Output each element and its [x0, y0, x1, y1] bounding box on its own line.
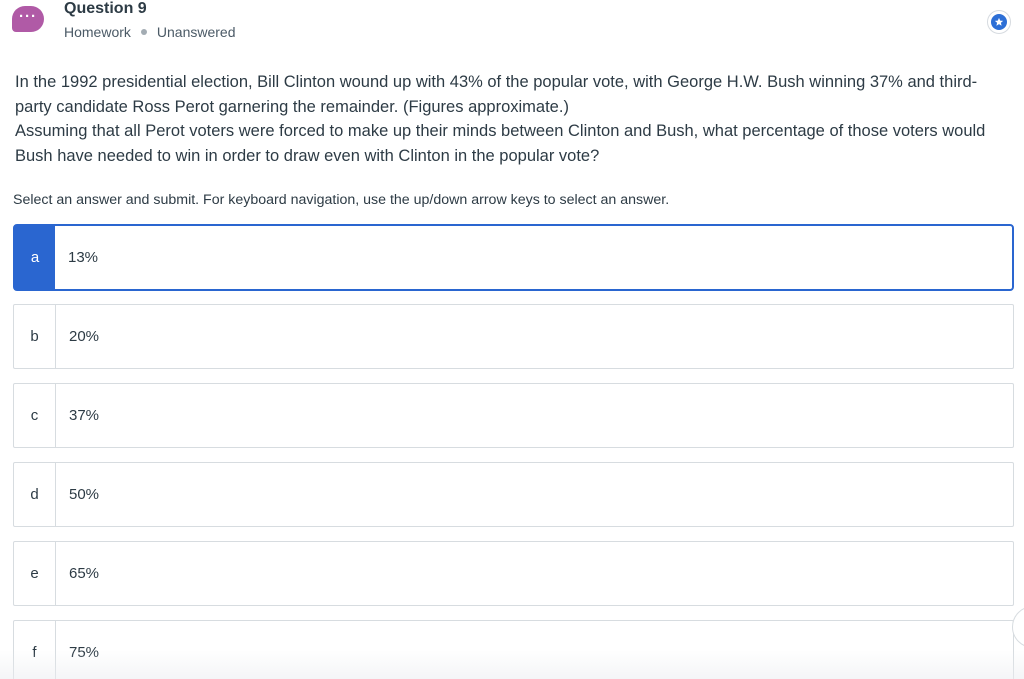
option-text: 13%: [68, 249, 99, 266]
option-text: 50%: [69, 486, 100, 503]
answer-option-b[interactable]: b 20%: [13, 304, 1014, 369]
question-paragraph: In the 1992 presidential election, Bill …: [15, 73, 978, 116]
option-text: 75%: [69, 644, 100, 661]
question-page: ··· Question 9 Homework Unanswered In th…: [0, 0, 1024, 679]
question-status: Unanswered: [156, 24, 236, 40]
option-letter: e: [14, 542, 56, 605]
separator-dot: [140, 29, 147, 35]
star-icon: [991, 14, 1007, 30]
option-text: 37%: [69, 407, 100, 424]
answer-option-f[interactable]: f 75%: [13, 620, 1014, 679]
question-meta: Homework Unanswered: [64, 24, 236, 40]
question-category: Homework: [64, 24, 131, 40]
option-letter: c: [14, 384, 56, 447]
option-text: 20%: [69, 328, 100, 345]
option-letter: f: [14, 621, 56, 679]
answer-option-a[interactable]: a 13%: [13, 224, 1014, 291]
answer-option-c[interactable]: c 37%: [13, 383, 1014, 448]
option-letter: b: [14, 305, 56, 368]
question-title: Question 9: [64, 0, 147, 17]
more-dots-icon[interactable]: ···: [12, 6, 44, 32]
bookmark-button[interactable]: [987, 10, 1011, 34]
option-text: 65%: [69, 565, 100, 582]
question-text: In the 1992 presidential election, Bill …: [15, 70, 1005, 168]
answer-option-d[interactable]: d 50%: [13, 462, 1014, 527]
answer-instructions: Select an answer and submit. For keyboar…: [13, 192, 670, 208]
question-paragraph: Assuming that all Perot voters were forc…: [15, 122, 986, 165]
answer-option-e[interactable]: e 65%: [13, 541, 1014, 606]
option-letter: a: [15, 226, 55, 289]
question-header: ··· Question 9 Homework Unanswered: [0, 0, 1024, 50]
option-letter: d: [14, 463, 56, 526]
